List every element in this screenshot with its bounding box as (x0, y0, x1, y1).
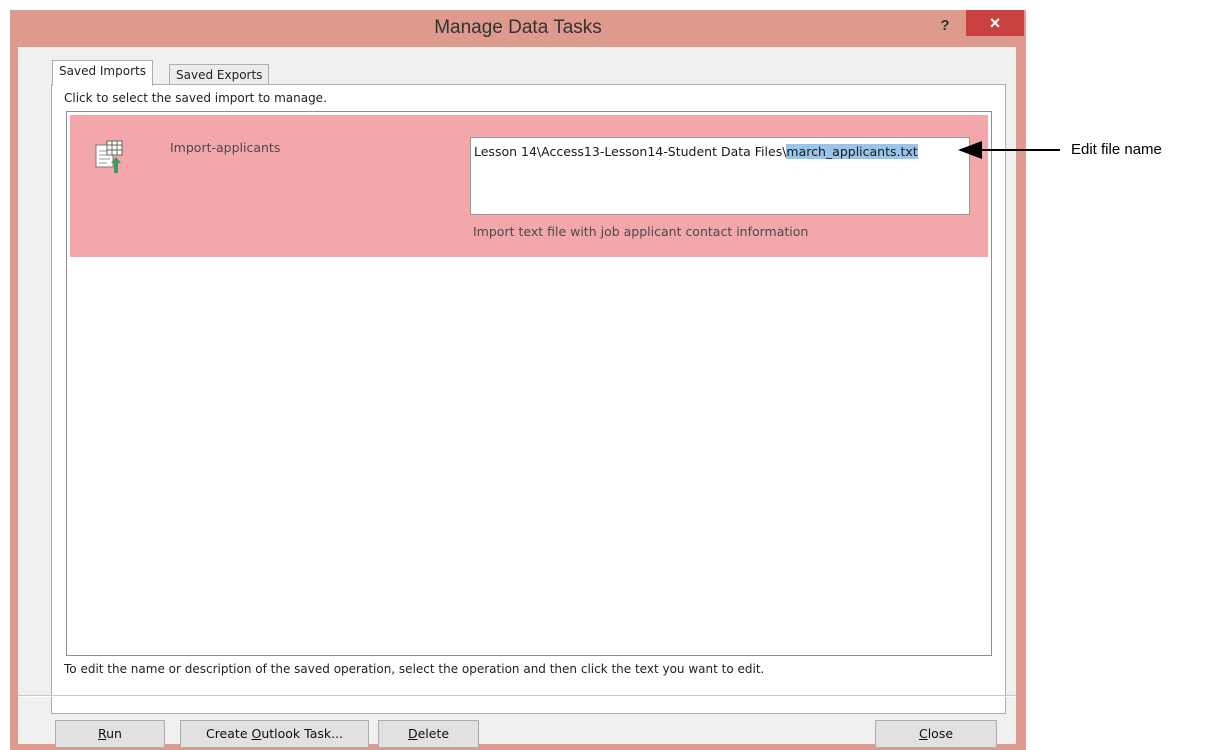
close-hotkey: C (918, 726, 928, 741)
saved-operations-list[interactable]: Import-applicants Lesson 14\Access13-Les… (66, 111, 992, 656)
callout-label: Edit file name (1071, 141, 1162, 158)
operation-name[interactable]: Import-applicants (170, 140, 280, 155)
outlook-hotkey: O (251, 726, 262, 741)
tab-saved-imports[interactable]: Saved Imports (52, 60, 153, 86)
delete-label: elete (417, 726, 450, 741)
run-button[interactable]: Run (55, 720, 165, 748)
file-path-field[interactable]: Lesson 14\Access13-Lesson14-Student Data… (470, 137, 970, 215)
create-outlook-task-button[interactable]: Create Outlook Task... (180, 720, 369, 748)
instruction-text: Click to select the saved import to mana… (64, 91, 327, 105)
manage-data-tasks-dialog: Manage Data Tasks ? × Saved Imports Save… (10, 10, 1026, 750)
help-button[interactable]: ? (932, 14, 958, 38)
title-bar[interactable]: Manage Data Tasks ? × (10, 10, 1026, 46)
dialog-client-area: Saved Imports Saved Exports Click to sel… (18, 47, 1016, 748)
close-window-button[interactable]: × (966, 10, 1024, 36)
outlook-label-rest: utlook Task... (261, 726, 344, 741)
divider (18, 695, 1016, 697)
outlook-label-start: Create (205, 726, 252, 741)
edit-hint-text: To edit the name or description of the s… (64, 662, 765, 676)
close-label: lose (927, 726, 954, 741)
run-hotkey: R (98, 726, 107, 741)
operation-description[interactable]: Import text file with job applicant cont… (473, 224, 808, 239)
dialog-title: Manage Data Tasks (434, 17, 602, 38)
delete-button[interactable]: Delete (378, 720, 479, 748)
close-button[interactable]: Close (875, 720, 997, 748)
list-item-import-applicants[interactable]: Import-applicants Lesson 14\Access13-Les… (70, 115, 988, 257)
run-label: un (106, 726, 122, 741)
delete-hotkey: D (407, 726, 418, 741)
saved-imports-panel: Click to select the saved import to mana… (51, 84, 1006, 714)
tab-saved-exports[interactable]: Saved Exports (169, 64, 270, 86)
import-text-icon (95, 140, 123, 173)
file-path-prefix: Lesson 14\Access13-Lesson14-Student Data… (474, 144, 787, 159)
selected-file-name[interactable]: march_applicants.txt (786, 144, 918, 159)
callout-line (976, 149, 1060, 151)
